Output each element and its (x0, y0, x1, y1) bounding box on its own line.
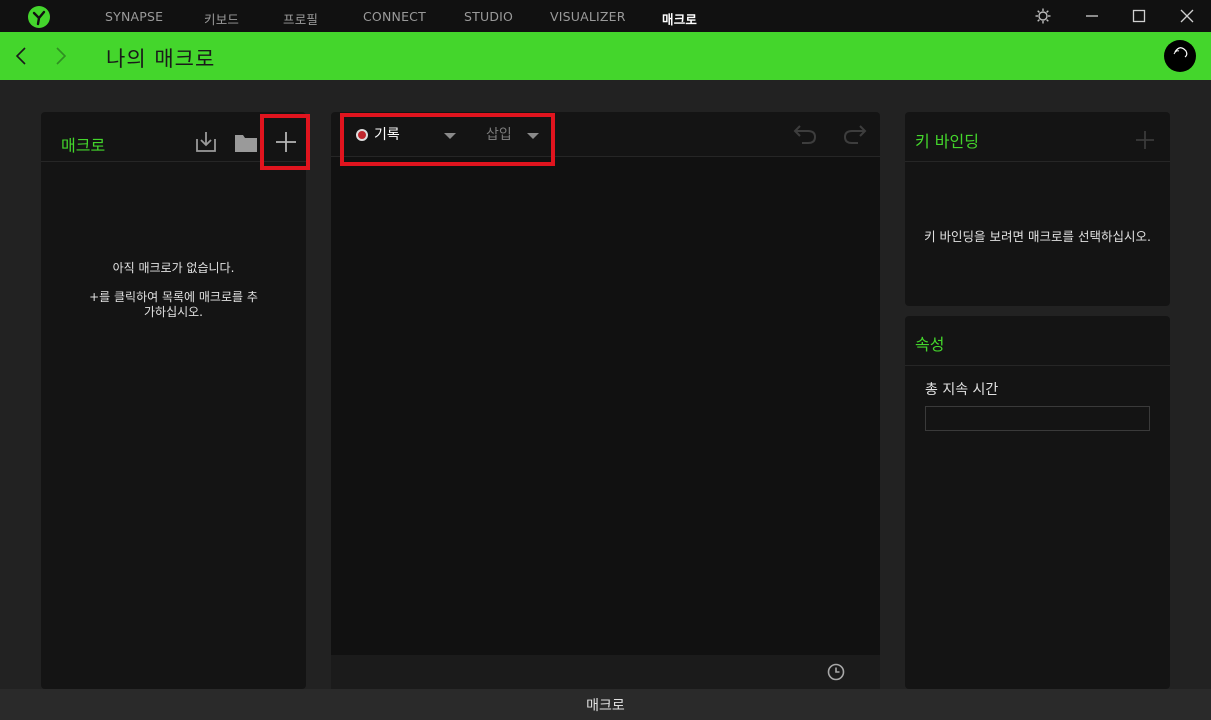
macro-event-list[interactable] (331, 157, 880, 655)
properties-panel: 속성 (905, 316, 1170, 689)
properties-header: 속성 (905, 316, 1170, 366)
total-duration-field[interactable] (925, 406, 1150, 431)
key-binding-panel: 키 바인딩 키 바인딩을 보려면 매크로를 선택하십시오. (905, 112, 1170, 306)
top-nav-bar: SYNAPSE 키보드 프로필 CONNECT STUDIO VISUALIZE… (0, 0, 1211, 32)
key-binding-title: 키 바인딩 (915, 132, 979, 151)
nav-keyboard[interactable]: 키보드 (204, 9, 239, 28)
properties-title: 속성 (915, 335, 945, 354)
nav-studio[interactable]: STUDIO (464, 9, 513, 24)
undo-icon[interactable] (792, 120, 818, 146)
minimize-icon[interactable] (1083, 7, 1101, 25)
add-button-highlight (260, 114, 310, 170)
forward-arrow-icon[interactable] (48, 44, 72, 68)
import-icon[interactable] (193, 129, 219, 155)
nav-profile[interactable]: 프로필 (283, 9, 318, 28)
close-icon[interactable] (1178, 7, 1196, 25)
add-key-binding-icon[interactable] (1133, 128, 1157, 152)
razer-logo-icon[interactable] (26, 5, 52, 29)
key-binding-header: 키 바인딩 (905, 112, 1170, 162)
profile-icon (1173, 47, 1188, 58)
nav-macro[interactable]: 매크로 (662, 9, 697, 28)
bottom-label: 매크로 (586, 698, 625, 714)
maximize-icon[interactable] (1130, 7, 1148, 25)
nav-synapse[interactable]: SYNAPSE (105, 9, 163, 24)
avatar[interactable] (1164, 40, 1196, 72)
page-header: 나의 매크로 (0, 32, 1211, 80)
macro-list-title: 매크로 (61, 136, 106, 155)
empty-message: 아직 매크로가 없습니다. (112, 261, 235, 275)
macro-list-panel: 매크로 아직 매크로가 없습니다. +를 클릭하여 목록에 매크로를 추 가하십… (41, 112, 306, 689)
empty-hint-line1: +를 클릭하여 목록에 매크로를 추 (89, 290, 258, 304)
macro-editor-panel (331, 112, 880, 689)
folder-icon[interactable] (233, 130, 259, 156)
settings-icon[interactable] (1034, 7, 1052, 25)
nav-visualizer[interactable]: VISUALIZER (550, 9, 626, 24)
toolbar-highlight (340, 113, 555, 166)
empty-hint-line2: 가하십시오. (143, 305, 203, 319)
redo-icon[interactable] (842, 120, 868, 146)
back-arrow-icon[interactable] (10, 44, 34, 68)
bottom-status-bar: 매크로 (0, 689, 1211, 720)
editor-footer (331, 655, 880, 689)
total-duration-label: 총 지속 시간 (925, 382, 999, 398)
nav-connect[interactable]: CONNECT (363, 9, 426, 24)
clock-icon[interactable] (826, 662, 846, 682)
page-title: 나의 매크로 (106, 47, 216, 71)
key-binding-message: 키 바인딩을 보려면 매크로를 선택하십시오. (924, 229, 1151, 244)
